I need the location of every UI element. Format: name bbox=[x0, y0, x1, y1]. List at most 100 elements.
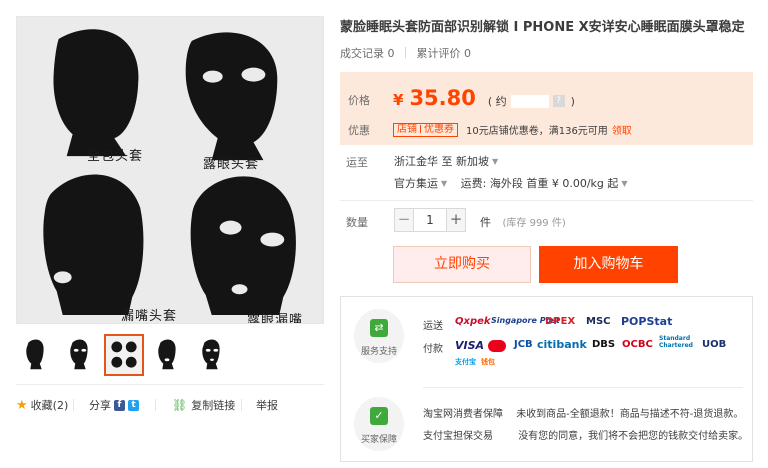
increase-button[interactable]: + bbox=[446, 208, 466, 232]
shipping-method-row: 官方集运 ▼ 运费: 海外段 首重 ¥ 0.00/kg 起 ▼ bbox=[394, 175, 628, 191]
promo-text: 10元店铺优惠卷，满136元可用 bbox=[466, 126, 608, 137]
shipping-destination: 浙江金华 至 新加坡 ▼ bbox=[394, 153, 498, 169]
shipping-origin: 浙江金华 至 bbox=[394, 155, 453, 168]
favorite-button[interactable]: ★ 收藏(2) bbox=[16, 397, 68, 413]
share-separator bbox=[155, 399, 156, 411]
price-label: 价格 bbox=[348, 94, 370, 107]
price-value: 35.80 bbox=[409, 86, 476, 110]
price-panel: 价格 ¥ 35.80 ( 约 ? ) 优惠 店铺 优惠券 10元店铺优惠卷，满13… bbox=[340, 72, 753, 145]
report-label: 举报 bbox=[256, 399, 278, 412]
link-icon: ⛓ bbox=[172, 398, 188, 412]
truck-icon: ⇄ bbox=[370, 319, 388, 337]
transactions-label[interactable]: 成交记录 bbox=[340, 47, 384, 60]
masks-photo bbox=[17, 17, 323, 323]
thumbnail-1[interactable] bbox=[16, 334, 56, 376]
payment-logo: Standard Chartered bbox=[659, 335, 693, 349]
chevron-down-icon: ▼ bbox=[492, 157, 499, 166]
buy-now-button[interactable]: 立即购买 bbox=[393, 246, 531, 283]
share-separator bbox=[73, 399, 74, 411]
destination-select[interactable]: 新加坡 ▼ bbox=[456, 155, 498, 168]
service-support-label: 服务支持 bbox=[360, 347, 397, 357]
payment-logo: 钱包 bbox=[481, 358, 495, 366]
payment-logo: DBS bbox=[592, 339, 616, 350]
payment-methods-label: 付款 bbox=[423, 344, 443, 355]
shipping-fee[interactable]: 运费: 海外段 首重 ¥ 0.00/kg 起 ▼ bbox=[461, 177, 628, 190]
chevron-down-icon: ▼ bbox=[621, 179, 628, 188]
quantity-unit: 件 (库存 999 件) bbox=[480, 214, 566, 230]
decrease-button[interactable]: − bbox=[394, 208, 414, 232]
payment-logo: VISA bbox=[455, 339, 485, 352]
main-product-image[interactable]: 全包头套 露眼头套 漏嘴头套 露眼漏嘴 bbox=[16, 16, 324, 324]
service-panel: ⇄ 服务支持 运送 Qxpek Singapore Post DPEX MSC … bbox=[340, 296, 753, 462]
shop-coupon-tag: 店铺 优惠券 bbox=[393, 122, 458, 137]
report-link[interactable]: 举报 bbox=[256, 397, 278, 413]
currency-symbol: ¥ bbox=[393, 91, 404, 109]
service-divider bbox=[423, 387, 743, 388]
guarantee-text: 没有您的同意，我们将不会把您的钱款交付给卖家。 bbox=[518, 431, 749, 442]
twitter-icon[interactable]: t bbox=[128, 399, 139, 411]
payment-logo: MC bbox=[488, 340, 506, 352]
guarantee-text: 未收到商品-全额退款！商品与描述不符-退货退款。 bbox=[516, 409, 744, 420]
stats-divider bbox=[405, 47, 406, 58]
chevron-down-icon: ▼ bbox=[441, 179, 448, 188]
share-separator bbox=[241, 399, 242, 411]
guarantee-name[interactable]: 淘宝网消费者保障 bbox=[423, 409, 503, 420]
caption-mouth-hood: 漏嘴头套 bbox=[121, 309, 178, 324]
caption-eye-mouth-hood: 露眼漏嘴 bbox=[247, 313, 304, 324]
thumbnail-5[interactable] bbox=[192, 334, 232, 376]
payment-logo: citibank bbox=[537, 338, 587, 351]
quantity-stepper: − 1 + bbox=[394, 208, 466, 232]
shipping-method-select[interactable]: 官方集运 ▼ bbox=[394, 177, 447, 190]
shipping-label: 运至 bbox=[346, 156, 368, 169]
carrier-logo: DPEX bbox=[545, 316, 576, 327]
caption-full-hood: 全包头套 bbox=[87, 149, 144, 164]
transactions-count: 0 bbox=[387, 47, 395, 60]
info-divider bbox=[340, 200, 753, 201]
quantity-input[interactable]: 1 bbox=[414, 208, 446, 232]
share-bar: ★ 收藏(2) 分享 f t ⛓ 复制链接 举报 bbox=[16, 395, 326, 415]
product-title: 蒙脸睡眠头套防面部识别解锁 I PHONE X安详安心睡眠面膜头罩稳定 bbox=[340, 20, 745, 35]
reviews-count: 0 bbox=[464, 47, 471, 60]
thumbnail-2[interactable] bbox=[60, 334, 100, 376]
approx-price: ( 约 ? ) bbox=[488, 93, 575, 109]
reviews-label[interactable]: 累计评价 bbox=[417, 47, 461, 60]
product-stats: 成交记录 0 累计评价 0 bbox=[340, 45, 471, 61]
carrier-logo: Qxpek bbox=[455, 316, 491, 327]
facebook-icon[interactable]: f bbox=[114, 399, 125, 411]
gallery-divider bbox=[16, 384, 324, 385]
payment-logo: 支付宝 bbox=[455, 358, 476, 366]
price-row: ¥ 35.80 ( 约 ? ) bbox=[393, 86, 575, 110]
thumbnail-4[interactable] bbox=[148, 334, 188, 376]
carrier-logo: MSC bbox=[586, 316, 611, 327]
share-group: 分享 f t bbox=[89, 397, 139, 413]
promo-row: 店铺 优惠券 10元店铺优惠卷，满136元可用 领取 bbox=[393, 122, 632, 137]
thumbnail-3[interactable] bbox=[104, 334, 144, 376]
help-icon[interactable]: ? bbox=[552, 95, 565, 107]
converted-price-field bbox=[510, 94, 549, 108]
share-label: 分享 bbox=[89, 399, 111, 412]
copy-link-label: 复制链接 bbox=[191, 399, 236, 412]
shield-icon: ✓ bbox=[370, 407, 388, 425]
shipping-carriers-label: 运送 bbox=[423, 321, 443, 332]
guarantee-row: 支付宝担保交易 没有您的同意，我们将不会把您的钱款交付给卖家。 bbox=[423, 427, 748, 442]
payment-logo: UOB bbox=[702, 339, 727, 350]
guarantee-name[interactable]: 支付宝担保交易 bbox=[423, 431, 493, 442]
approx-close: ) bbox=[570, 94, 575, 108]
add-to-cart-button[interactable]: 加入购物车 bbox=[539, 246, 678, 283]
unit-label: 件 bbox=[480, 216, 491, 229]
approx-open: ( 约 bbox=[487, 95, 507, 108]
stock-count: (库存 999 件) bbox=[502, 218, 566, 229]
coupon-tag-left: 店铺 bbox=[397, 123, 417, 135]
thumbnail-strip bbox=[16, 334, 316, 380]
receive-coupon-link[interactable]: 领取 bbox=[612, 122, 632, 137]
carrier-logo: POPStat bbox=[621, 315, 673, 328]
copy-link-button[interactable]: ⛓ 复制链接 bbox=[172, 397, 235, 413]
favorite-label: 收藏(2) bbox=[30, 399, 69, 412]
payment-logo: OCBC bbox=[622, 339, 653, 350]
payment-logo: JCB bbox=[514, 339, 533, 350]
service-support-badge: ⇄ 服务支持 bbox=[354, 309, 404, 363]
coupon-tag-right: 优惠券 bbox=[424, 123, 454, 135]
guarantee-row: 淘宝网消费者保障 未收到商品-全额退款！商品与描述不符-退货退款。 bbox=[423, 405, 743, 420]
promo-label: 优惠 bbox=[348, 124, 370, 137]
caption-eye-hood: 露眼头套 bbox=[203, 157, 260, 172]
